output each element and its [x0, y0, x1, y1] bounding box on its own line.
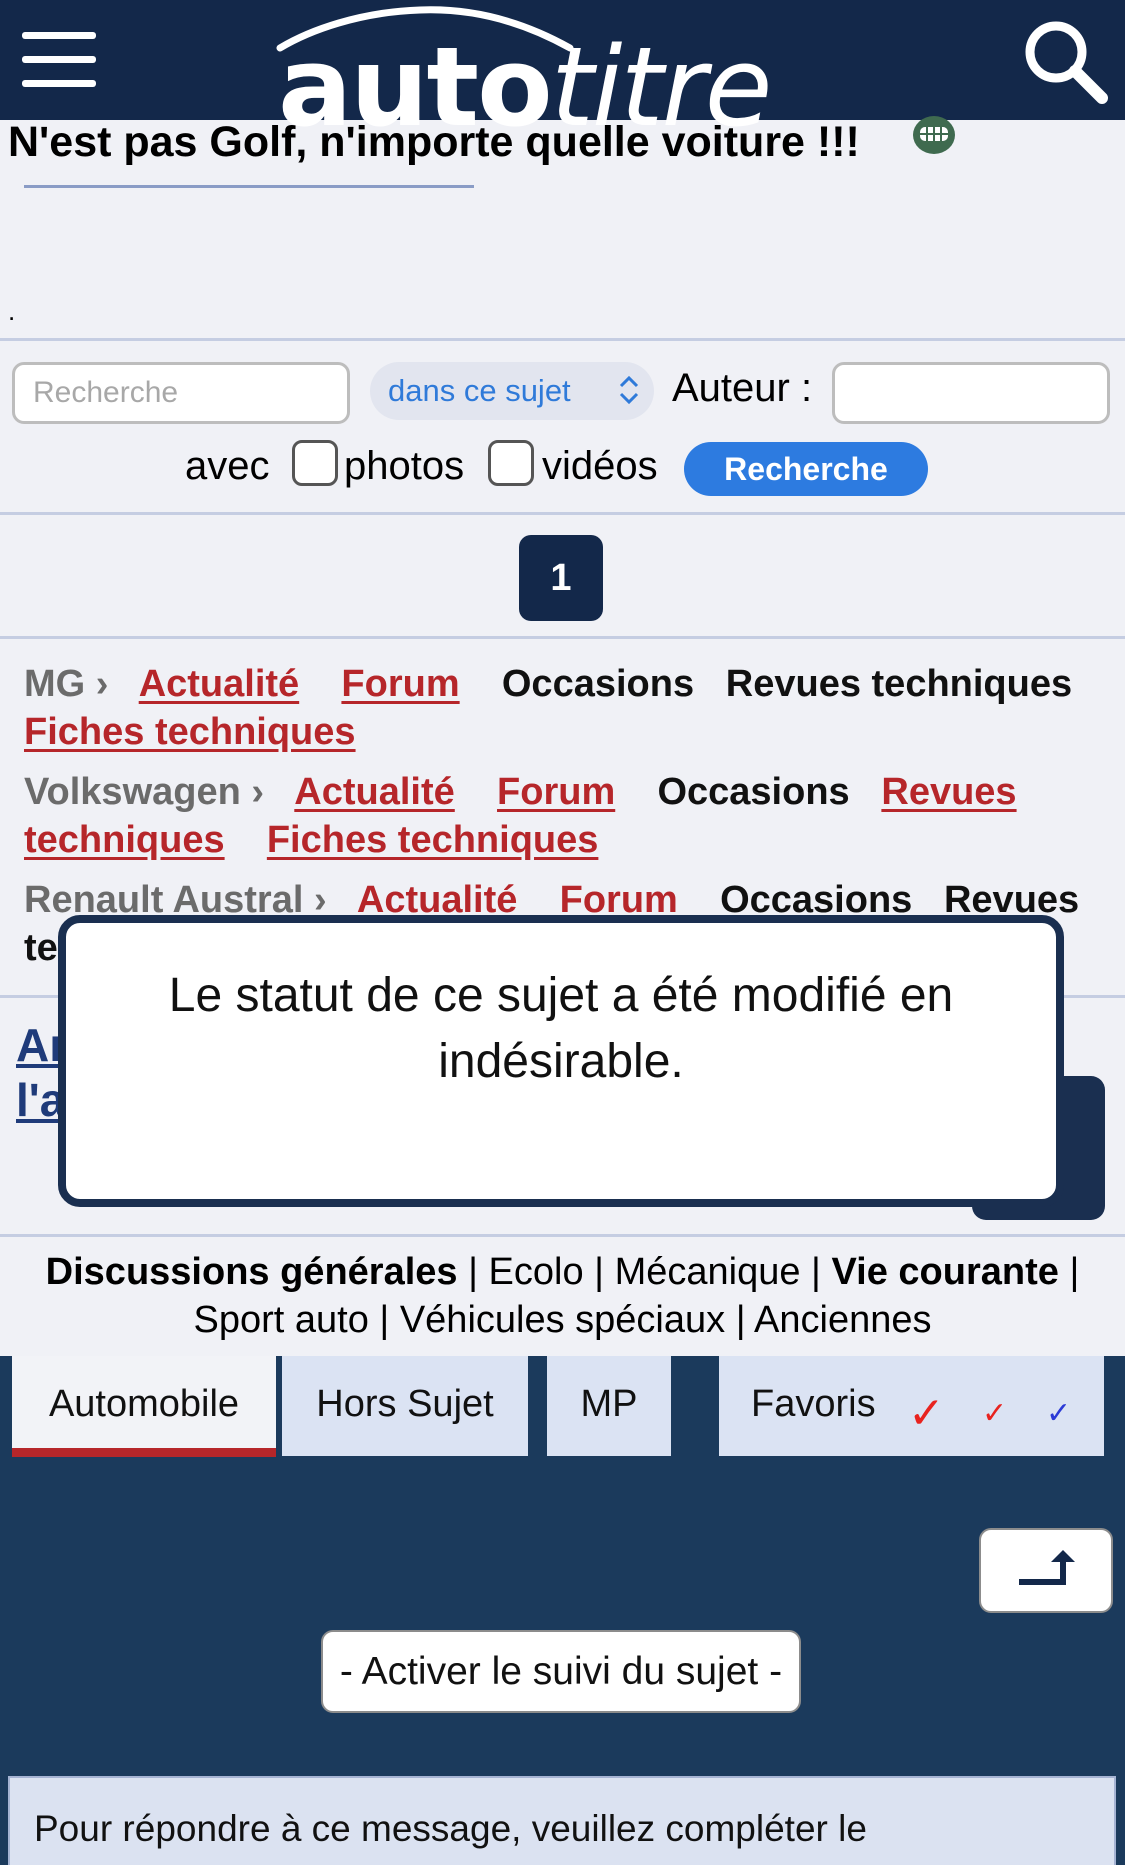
category-sport[interactable]: Sport auto: [193, 1299, 368, 1341]
category-general[interactable]: Discussions générales: [46, 1251, 458, 1293]
modal-message: Le statut de ce sujet a été modifié en i…: [168, 969, 954, 1088]
divider: [0, 338, 1125, 341]
select-arrows-icon: [619, 375, 639, 405]
page-1-button[interactable]: 1: [519, 535, 603, 621]
check-red-icon[interactable]: ✓: [908, 1388, 945, 1439]
post-body: .: [8, 296, 16, 326]
photos-checkbox[interactable]: [292, 440, 338, 486]
divider: [0, 512, 1125, 515]
brand-mg: MG ›: [24, 663, 109, 705]
title-divider: [24, 185, 474, 188]
tab-mp[interactable]: MP: [547, 1356, 671, 1456]
grin-smiley-icon: [912, 115, 956, 155]
search-icon[interactable]: [1020, 16, 1110, 106]
author-label: Auteur :: [672, 366, 813, 410]
mg-used: Occasions: [501, 663, 695, 705]
menu-icon[interactable]: [22, 28, 98, 90]
mg-forum-link[interactable]: Forum: [341, 663, 459, 705]
videos-label: vidéos: [542, 444, 658, 488]
videos-checkbox[interactable]: [488, 440, 534, 486]
divider: [0, 1234, 1125, 1237]
category-old[interactable]: Anciennes: [754, 1299, 931, 1341]
forum-categories: Discussions générales | Ecolo | Mécaniqu…: [45, 1251, 1080, 1341]
tab-hors-sujet[interactable]: Hors Sujet: [282, 1356, 528, 1456]
arrow-up-icon: [1019, 1550, 1075, 1585]
check-red-small-icon[interactable]: ✓: [982, 1396, 1007, 1431]
category-eco[interactable]: Ecolo: [489, 1251, 584, 1293]
search-input[interactable]: Recherche: [12, 362, 350, 424]
divider: [0, 636, 1125, 639]
vw-news-link[interactable]: Actualité: [294, 771, 454, 813]
status-modal: Le statut de ce sujet a été modifié en i…: [58, 915, 1064, 1207]
vw-used: Occasions: [657, 771, 850, 813]
renault-reviews-cut: te: [24, 927, 58, 969]
category-special[interactable]: Véhicules spéciaux: [400, 1299, 725, 1341]
top-header: autotitre: [0, 0, 1125, 142]
check-blue-icon[interactable]: ✓: [1046, 1396, 1071, 1431]
mg-reviews: Revues techniques: [725, 663, 1073, 705]
favorites-label: Favoris: [751, 1383, 876, 1425]
vw-specs-link[interactable]: Fiches techniques: [267, 819, 599, 861]
vw-reviews-link-cont[interactable]: techniques: [24, 819, 225, 861]
category-mechanics[interactable]: Mécanique: [615, 1251, 801, 1293]
category-daily[interactable]: Vie courante: [832, 1251, 1059, 1293]
autotitre-logo[interactable]: autotitre: [270, 0, 860, 142]
with-label: avec: [185, 444, 270, 488]
mg-specs-link[interactable]: Fiches techniques: [24, 711, 356, 753]
tab-automobile[interactable]: Automobile: [12, 1356, 276, 1456]
reply-text: Pour répondre à ce message, veuillez com…: [34, 1808, 867, 1849]
search-scope-value: dans ce sujet: [388, 373, 571, 408]
scroll-top-button[interactable]: [979, 1528, 1113, 1613]
follow-topic-button[interactable]: - Activer le suivi du sujet -: [321, 1630, 801, 1713]
search-button[interactable]: Recherche: [684, 442, 928, 496]
topic-title: N'est pas Golf, n'importe quelle voiture…: [8, 118, 860, 166]
active-tab-indicator: [12, 1448, 276, 1457]
brand-volkswagen: Volkswagen ›: [24, 771, 265, 813]
vw-reviews-link[interactable]: Revues: [881, 771, 1016, 813]
vw-forum-link[interactable]: Forum: [497, 771, 615, 813]
photos-label: photos: [344, 444, 465, 488]
search-scope-select[interactable]: dans ce sujet: [370, 362, 654, 420]
mg-news-link[interactable]: Actualité: [139, 663, 299, 705]
author-input[interactable]: [832, 362, 1110, 424]
